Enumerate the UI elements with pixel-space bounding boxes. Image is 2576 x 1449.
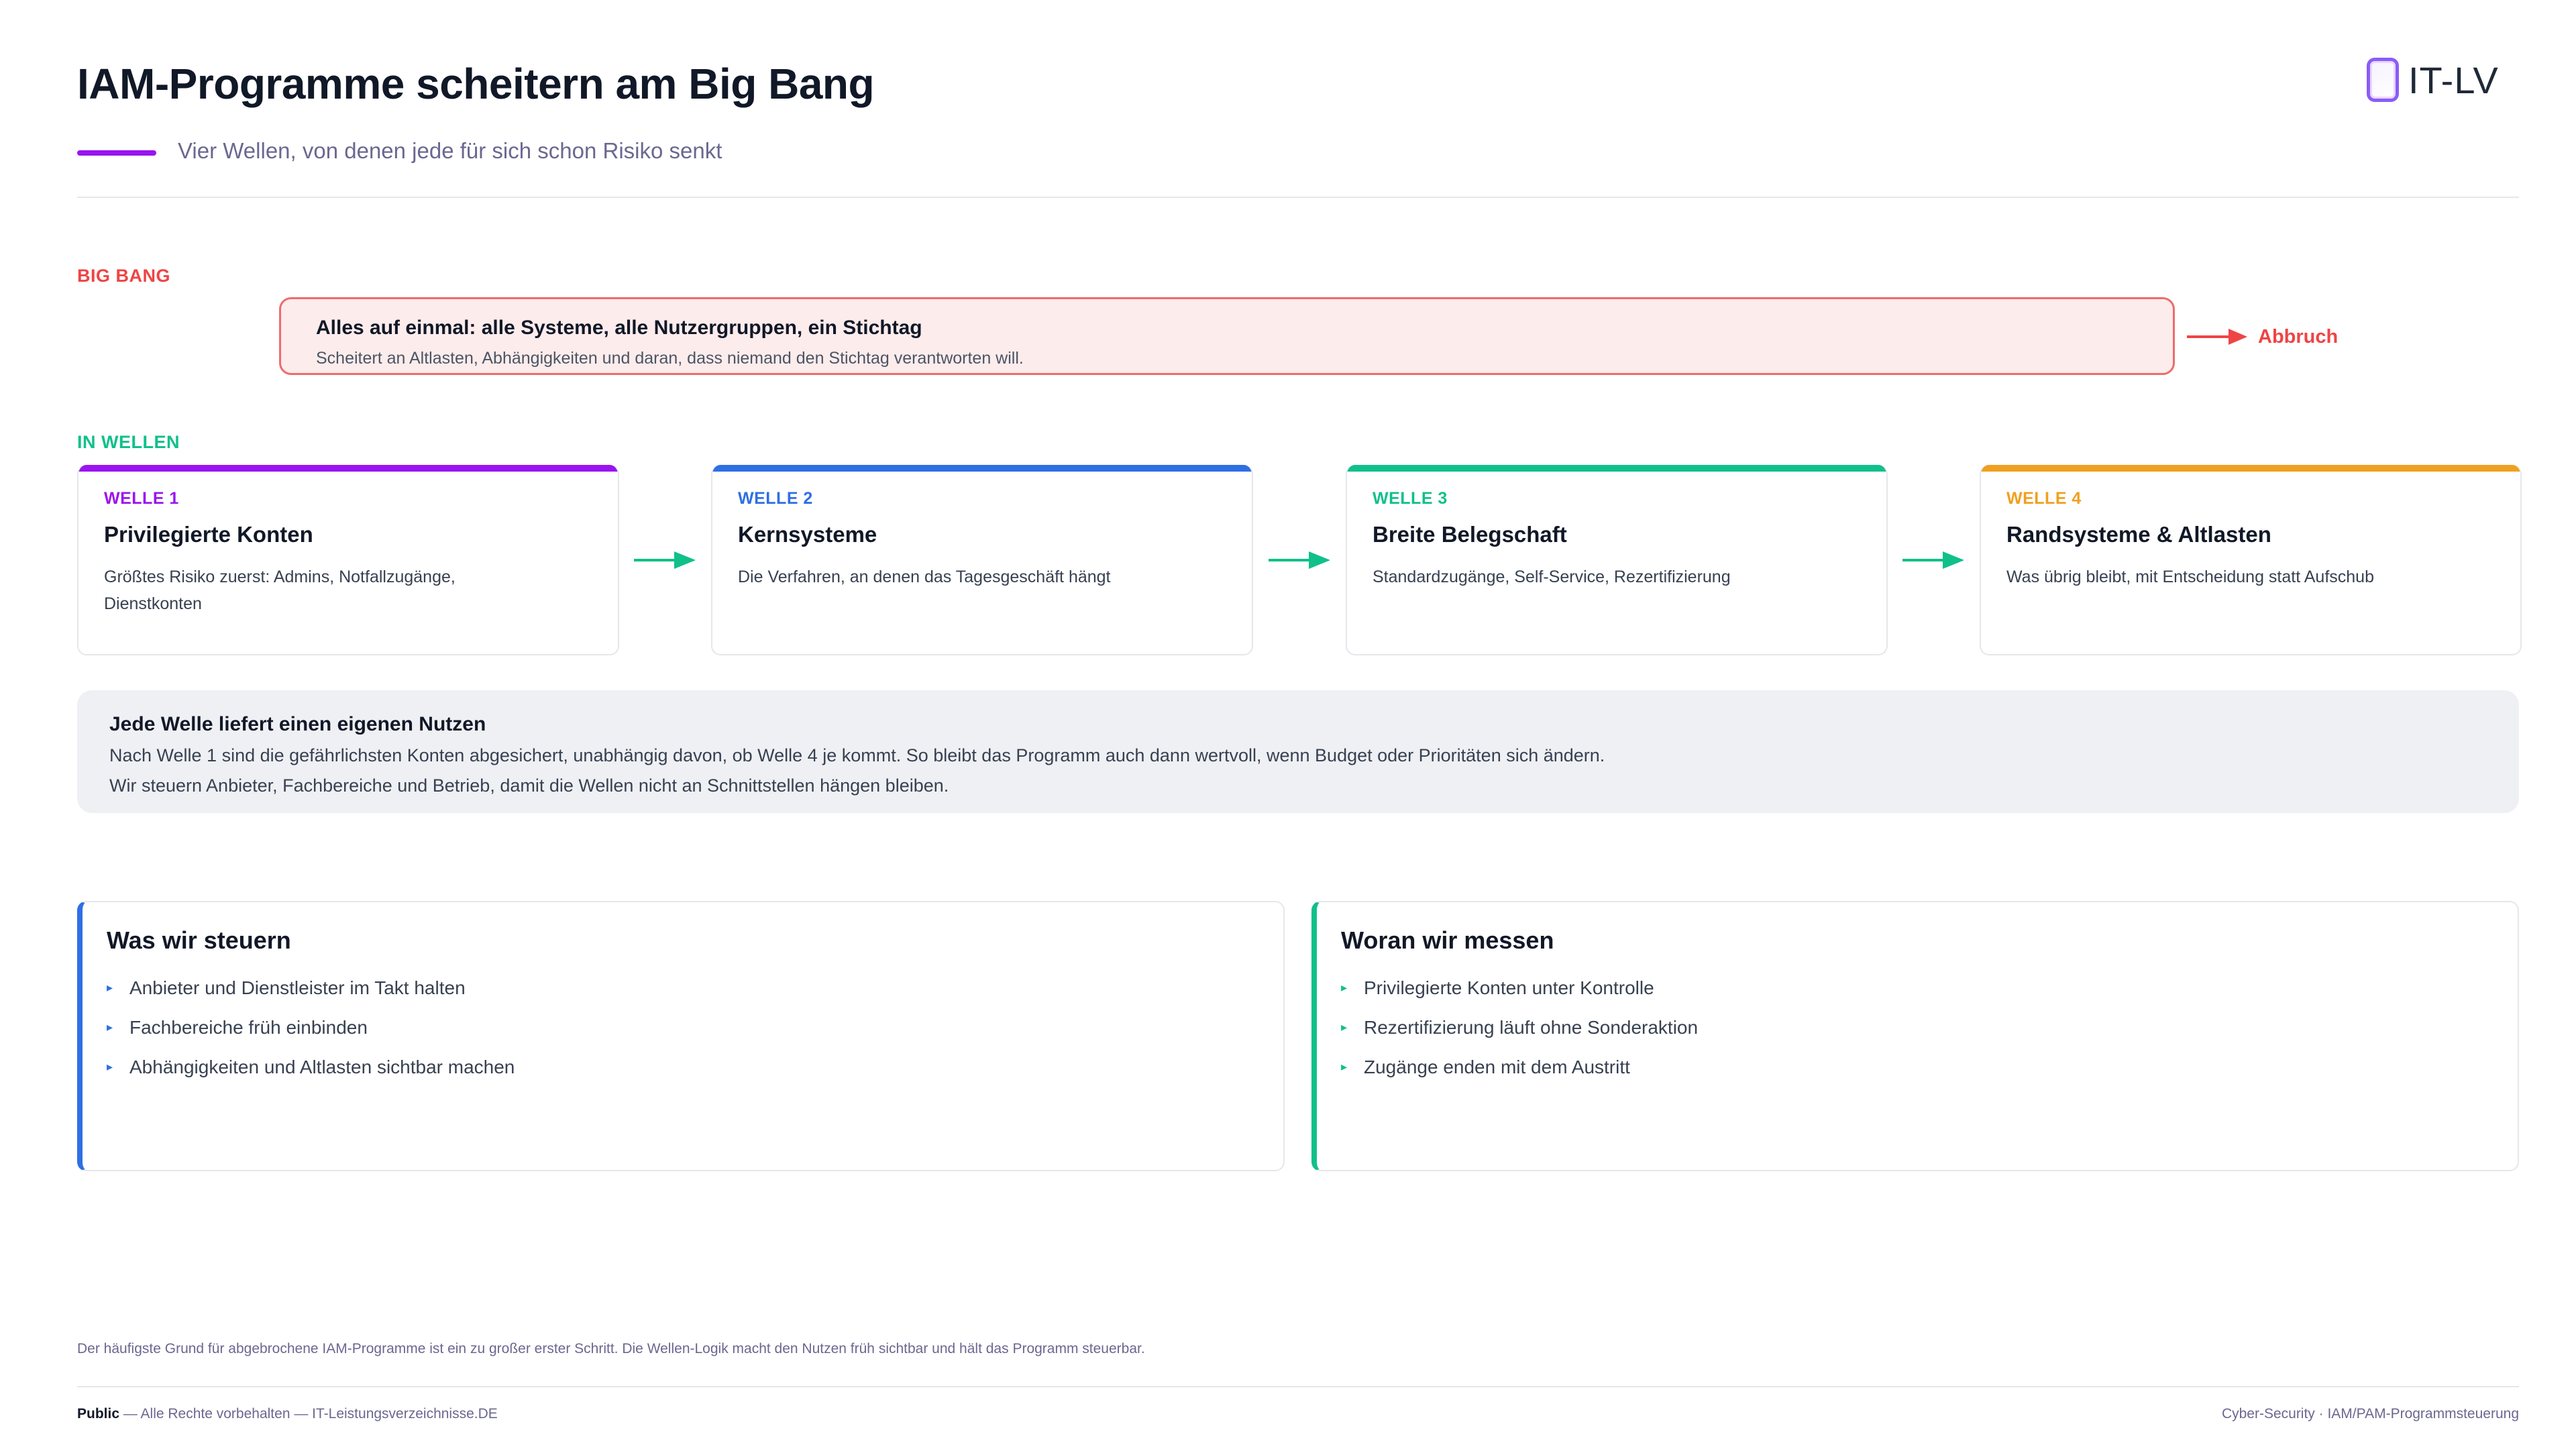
list-item: ▸ Rezertifizierung läuft ohne Sonderaktio… [1341,1008,2493,1047]
arrow-right-icon [2187,329,2247,345]
arrow-right-icon [1902,551,1964,569]
wave-description: Standardzugänge, Self-Service, Rezertifi… [1373,568,1731,586]
big-bang-banner: Alles auf einmal: alle Systeme, alle Nut… [279,297,2175,375]
list-item-text: Privilegierte Konten unter Kontrolle [1364,977,1654,998]
bullet-icon: ▸ [1341,1060,1348,1073]
list-item-text: Zugänge enden mit dem Austritt [1364,1056,1630,1077]
wave-description: Was übrig bleibt, mit Entscheidung statt… [2006,568,2374,586]
logo-mark-icon [2367,58,2399,102]
classification-label: Public [77,1406,120,1421]
wave-accent-bar [78,465,618,472]
logo-text: IT-LV [2408,58,2499,101]
footer-right: Cyber-Security · IAM/PAM-Programmsteueru… [2221,1406,2519,1421]
big-bang-outcome: Abbruch [2258,326,2339,347]
list-item: ▸ Abhängigkeiten und Altlasten sichtbar m… [107,1047,1259,1087]
bullet-icon: ▸ [1341,1020,1348,1034]
wave-title: Privilegierte Konten [104,522,313,547]
bullet-icon: ▸ [107,981,113,994]
arrow-right-icon [634,551,696,569]
wave-card-2: WELLE 2 Kernsysteme Die Verfahren, an de… [711,465,1253,655]
measure-card: Woran wir messen ▸ Privilegierte Konten u… [1311,901,2519,1171]
steer-card: Was wir steuern ▸ Anbieter und Dienstleis… [77,901,1285,1171]
wave-title: Breite Belegschaft [1373,522,1567,547]
page-title: IAM-Programme scheitern am Big Bang [77,60,875,108]
logo: IT-LV [2367,58,2499,102]
benefit-headline: Jede Welle liefert einen eigenen Nutzen [109,713,486,735]
wave-accent-bar [1981,465,2520,472]
bullet-icon: ▸ [1341,981,1348,994]
footer-left: Public — Alle Rechte vorbehalten — IT-Le… [77,1406,498,1422]
wave-card-4: WELLE 4 Randsysteme & Altlasten Was übri… [1980,465,2522,655]
list-item: ▸ Fachbereiche früh einbinden [107,1008,1259,1047]
arrow-right-icon [1269,551,1330,569]
wave-description: Größtes Risiko zuerst: Admins, Notfallzu… [104,568,455,613]
header-divider [77,197,2519,198]
wave-description: Die Verfahren, an denen das Tagesgeschäf… [738,568,1111,586]
benefit-panel: Jede Welle liefert einen eigenen Nutzen … [77,690,2519,813]
wave-card-3: WELLE 3 Breite Belegschaft Standardzugän… [1346,465,1888,655]
benefit-text-line: Wir steuern Anbieter, Fachbereiche und B… [109,775,949,796]
title-accent-line [77,150,156,156]
wave-label: WELLE 3 [1373,489,1448,508]
list-item-text: Anbieter und Dienstleister im Takt halte… [129,977,466,998]
measure-card-title: Woran wir messen [1341,926,1554,954]
measure-list: ▸ Privilegierte Konten unter Kontrolle ▸ R… [1341,968,2493,1087]
wave-label: WELLE 1 [104,489,179,508]
wave-card-1: WELLE 1 Privilegierte Konten Größtes Ris… [77,465,619,655]
footnote: Der häufigste Grund für abgebrochene IAM… [77,1341,1145,1356]
wave-accent-bar [1347,465,1886,472]
copyright-text: — Alle Rechte vorbehalten — IT-Leistungs… [119,1406,498,1421]
list-item: ▸ Privilegierte Konten unter Kontrolle [1341,968,2493,1008]
wave-title: Randsysteme & Altlasten [2006,522,2271,547]
list-item-text: Abhängigkeiten und Altlasten sichtbar ma… [129,1056,515,1077]
section-label-waves: IN WELLEN [77,432,180,452]
wave-title: Kernsysteme [738,522,877,547]
wave-label: WELLE 4 [2006,489,2082,508]
footer-divider [77,1386,2519,1387]
wave-accent-bar [712,465,1252,472]
list-item-text: Fachbereiche früh einbinden [129,1016,368,1038]
steer-list: ▸ Anbieter und Dienstleister im Takt halt… [107,968,1259,1087]
wave-label: WELLE 2 [738,489,813,508]
list-item: ▸ Anbieter und Dienstleister im Takt halt… [107,968,1259,1008]
bullet-icon: ▸ [107,1060,113,1073]
section-label-big-bang: BIG BANG [77,266,170,286]
steer-card-title: Was wir steuern [107,926,291,954]
page-subtitle: Vier Wellen, von denen jede für sich sch… [178,138,722,163]
list-item-text: Rezertifizierung läuft ohne Sonderaktion [1364,1016,1699,1038]
big-bang-headline: Alles auf einmal: alle Systeme, alle Nut… [316,317,922,339]
bullet-icon: ▸ [107,1020,113,1034]
list-item: ▸ Zugänge enden mit dem Austritt [1341,1047,2493,1087]
big-bang-text: Scheitert an Altlasten, Abhängigkeiten u… [316,349,1024,368]
benefit-text-line: Nach Welle 1 sind die gefährlichsten Kon… [109,745,1605,765]
